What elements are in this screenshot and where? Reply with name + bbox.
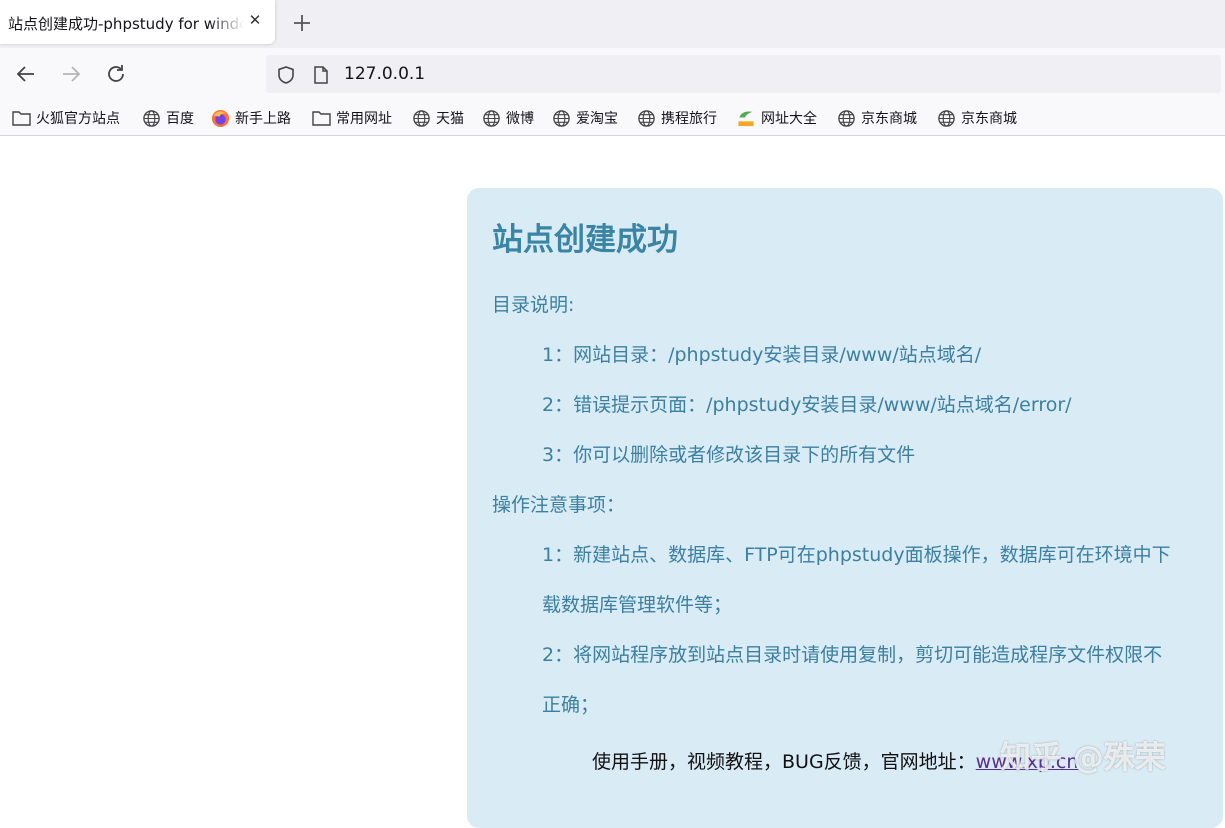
footer-text: 使用手册，视频教程，BUG反馈，官网地址： <box>592 751 976 773</box>
page-title: 站点创建成功 <box>492 222 678 258</box>
globe-icon <box>553 109 570 127</box>
watermark: 知乎 @殊荣 <box>1000 740 1166 776</box>
notes-heading: 操作注意事项： <box>492 494 626 516</box>
note-item-line: 2：将网站程序放到站点目录时请使用复制，剪切可能造成程序文件权限不 <box>542 644 1163 666</box>
reload-icon[interactable] <box>104 62 128 86</box>
hao-icon <box>738 111 754 126</box>
shield-icon[interactable] <box>276 65 296 85</box>
folder-icon <box>12 111 31 126</box>
close-tab-icon[interactable]: ✕ <box>247 12 263 28</box>
bookmark-label: 京东商城 <box>961 111 1017 127</box>
navigation-bar: 127.0.0.1 <box>0 48 1225 100</box>
globe-icon <box>838 109 855 127</box>
tab-title: 站点创建成功-phpstudy for windows <box>8 15 244 33</box>
new-tab-icon[interactable] <box>290 11 314 35</box>
bookmark-label: 常用网址 <box>336 111 392 127</box>
bookmark-label: 网址大全 <box>761 111 817 127</box>
bookmarks-bar: 火狐官方站点 百度 新手上路 常用网址 天猫 微博 爱淘宝 携程旅行 网址大全 … <box>0 100 1225 136</box>
tab-bar: 站点创建成功-phpstudy for windows ✕ <box>0 0 1225 48</box>
bookmark-item[interactable]: 百度 <box>142 108 194 128</box>
page-icon[interactable] <box>312 65 330 85</box>
bookmark-label: 天猫 <box>436 111 464 127</box>
url-text[interactable]: 127.0.0.1 <box>344 64 425 84</box>
bookmark-label: 火狐官方站点 <box>36 111 120 127</box>
bookmark-item[interactable]: 微博 <box>482 108 534 128</box>
bookmark-item[interactable]: 天猫 <box>412 108 464 128</box>
bookmark-label: 百度 <box>166 111 194 127</box>
back-arrow-icon[interactable] <box>14 62 38 86</box>
tab-active[interactable]: 站点创建成功-phpstudy for windows ✕ <box>0 0 275 44</box>
note-item-line: 正确； <box>542 694 600 716</box>
firefox-icon <box>211 109 230 127</box>
bookmark-label: 微博 <box>506 111 534 127</box>
folder-icon <box>312 111 331 126</box>
bookmark-item[interactable]: 京东商城 <box>837 108 917 128</box>
forward-arrow-icon[interactable] <box>59 62 83 86</box>
directory-heading: 目录说明: <box>492 294 575 316</box>
bookmark-label: 携程旅行 <box>661 111 717 127</box>
globe-icon <box>143 109 160 127</box>
globe-icon <box>938 109 955 127</box>
note-item-line: 1：新建站点、数据库、FTP可在phpstudy面板操作，数据库可在环境中下 <box>542 544 1171 566</box>
bookmark-item[interactable]: 携程旅行 <box>637 108 717 128</box>
bookmark-item[interactable]: 新手上路 <box>211 108 291 128</box>
globe-icon <box>413 109 430 127</box>
bookmark-label: 京东商城 <box>861 111 917 127</box>
bookmark-label: 爱淘宝 <box>576 111 618 127</box>
globe-icon <box>483 109 500 127</box>
directory-item: 3：你可以删除或者修改该目录下的所有文件 <box>542 444 916 466</box>
directory-item: 2：错误提示页面：/phpstudy安装目录/www/站点域名/error/ <box>542 394 1072 416</box>
directory-item: 1：网站目录：/phpstudy安装目录/www/站点域名/ <box>542 344 982 366</box>
bookmark-item[interactable]: 京东商城 <box>937 108 1017 128</box>
bookmark-label: 新手上路 <box>235 111 291 127</box>
bookmark-item[interactable]: 常用网址 <box>312 108 392 128</box>
note-item-line: 载数据库管理软件等； <box>542 594 733 616</box>
bookmark-item[interactable]: 火狐官方站点 <box>12 108 120 128</box>
globe-icon <box>638 109 655 127</box>
bookmark-item[interactable]: 爱淘宝 <box>552 108 618 128</box>
bookmark-item[interactable]: 网址大全 <box>736 108 817 128</box>
address-bar[interactable]: 127.0.0.1 <box>266 55 1221 93</box>
